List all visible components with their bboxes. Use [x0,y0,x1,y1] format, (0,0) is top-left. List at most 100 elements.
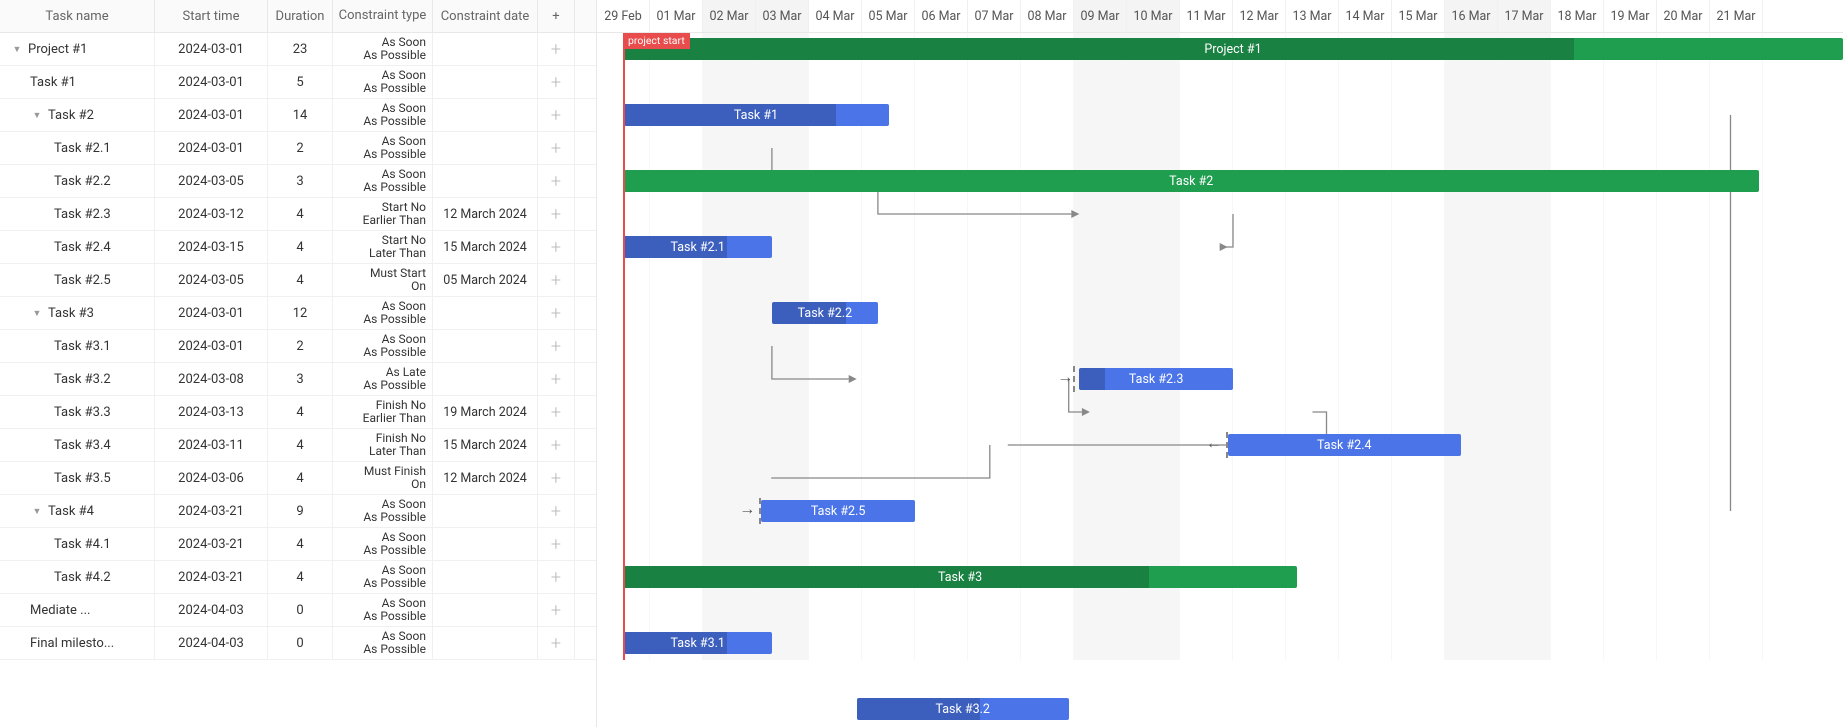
add-task-icon[interactable]: + [538,561,575,593]
add-task-icon[interactable]: + [538,528,575,560]
col-header-duration[interactable]: Duration [268,0,333,32]
expand-icon[interactable]: ▼ [30,506,44,517]
cell-start[interactable]: 2024-03-08 [155,363,268,395]
gantt-task-bar[interactable]: Task #3.1 [624,632,772,654]
cell-task-name[interactable]: Final milesto... [0,627,155,659]
cell-start[interactable]: 2024-03-15 [155,231,268,263]
gantt-task-bar[interactable]: Task #1 [624,104,889,126]
cell-constraint-type[interactable]: Must StartOn [333,264,433,296]
table-row[interactable]: Task #2.52024-03-054Must StartOn05 March… [0,264,596,297]
cell-start[interactable]: 2024-04-03 [155,627,268,659]
cell-constraint-type[interactable]: As SoonAs Possible [333,594,433,626]
timeline-row[interactable]: Task #3.2 [597,693,1843,726]
cell-duration[interactable]: 14 [268,99,333,131]
table-row[interactable]: Task #3.22024-03-083As LateAs Possible + [0,363,596,396]
timeline-row[interactable]: Task #2.4← [597,429,1843,462]
table-row[interactable]: Task #3.32024-03-134Finish NoEarlier Tha… [0,396,596,429]
cell-duration[interactable]: 12 [268,297,333,329]
cell-task-name[interactable]: Task #3.1 [0,330,155,362]
cell-start[interactable]: 2024-03-01 [155,99,268,131]
add-task-icon[interactable]: + [538,627,575,659]
cell-task-name[interactable]: Task #1 [0,66,155,98]
cell-constraint-date[interactable]: 15 March 2024 [433,231,538,263]
col-header-constraint-type[interactable]: Constraint type [333,0,433,32]
cell-constraint-date[interactable] [433,528,538,560]
cell-task-name[interactable]: Task #3.2 [0,363,155,395]
cell-task-name[interactable]: Task #2.2 [0,165,155,197]
cell-start[interactable]: 2024-03-01 [155,297,268,329]
add-task-icon[interactable]: + [538,363,575,395]
cell-constraint-date[interactable]: 19 March 2024 [433,396,538,428]
add-task-icon[interactable]: + [538,132,575,164]
cell-constraint-type[interactable]: As LateAs Possible [333,363,433,395]
cell-task-name[interactable]: Task #4.2 [0,561,155,593]
cell-constraint-date[interactable]: 05 March 2024 [433,264,538,296]
cell-duration[interactable]: 2 [268,132,333,164]
expand-icon[interactable]: ▼ [30,308,44,319]
timeline-row[interactable]: Task #1 [597,99,1843,132]
cell-start[interactable]: 2024-03-01 [155,66,268,98]
cell-constraint-type[interactable]: Finish NoEarlier Than [333,396,433,428]
cell-task-name[interactable]: Task #2.1 [0,132,155,164]
add-task-icon[interactable]: + [538,231,575,263]
cell-task-name[interactable]: Task #3.4 [0,429,155,461]
col-header-name[interactable]: Task name [0,0,155,32]
add-task-icon[interactable]: + [538,495,575,527]
cell-duration[interactable]: 4 [268,429,333,461]
timeline-row[interactable]: Task #2.3→ [597,363,1843,396]
cell-start[interactable]: 2024-03-21 [155,561,268,593]
expand-icon[interactable]: ▼ [10,44,24,55]
cell-constraint-date[interactable] [433,66,538,98]
cell-task-name[interactable]: Task #3.5 [0,462,155,494]
cell-task-name[interactable]: Task #2.3 [0,198,155,230]
add-task-icon[interactable]: + [538,99,575,131]
timeline-row[interactable]: Task #2.1 [597,231,1843,264]
cell-constraint-type[interactable]: As SoonAs Possible [333,495,433,527]
table-row[interactable]: ▼Task #32024-03-0112As SoonAs Possible+ [0,297,596,330]
expand-icon[interactable]: ▼ [30,110,44,121]
add-task-icon[interactable]: + [538,165,575,197]
add-task-icon[interactable]: + [538,198,575,230]
cell-constraint-type[interactable]: As SoonAs Possible [333,528,433,560]
timeline-row[interactable]: Task #2.5→ [597,495,1843,528]
cell-task-name[interactable]: Task #4.1 [0,528,155,560]
cell-duration[interactable]: 5 [268,66,333,98]
cell-start[interactable]: 2024-03-11 [155,429,268,461]
cell-constraint-type[interactable]: Must FinishOn [333,462,433,494]
col-header-start[interactable]: Start time [155,0,268,32]
gantt-task-bar[interactable]: Task #2.1 [624,236,772,258]
add-task-icon[interactable]: + [538,330,575,362]
cell-duration[interactable]: 0 [268,627,333,659]
gantt-task-bar[interactable]: Task #2.3 [1079,368,1233,390]
cell-duration[interactable]: 4 [268,396,333,428]
cell-constraint-type[interactable]: As SoonAs Possible [333,33,433,65]
cell-constraint-date[interactable] [433,330,538,362]
table-row[interactable]: ▼Task #22024-03-0114As SoonAs Possible+ [0,99,596,132]
cell-task-name[interactable]: Task #2.4 [0,231,155,263]
add-task-icon[interactable]: + [538,66,575,98]
cell-task-name[interactable]: Mediate ... [0,594,155,626]
cell-start[interactable]: 2024-03-12 [155,198,268,230]
gantt-task-bar[interactable]: Task #3.2 [857,698,1069,720]
table-row[interactable]: Task #12024-03-015As SoonAs Possible+ [0,66,596,99]
cell-start[interactable]: 2024-03-06 [155,462,268,494]
cell-duration[interactable]: 3 [268,363,333,395]
cell-constraint-date[interactable] [433,363,538,395]
timeline-body[interactable]: project start Project #1Task #1Task #2Ta… [597,33,1843,660]
cell-task-name[interactable]: Task #3.3 [0,396,155,428]
cell-duration[interactable]: 4 [268,561,333,593]
cell-task-name[interactable]: ▼Project #1 [0,33,155,65]
cell-start[interactable]: 2024-03-01 [155,132,268,164]
cell-constraint-date[interactable] [433,33,538,65]
table-row[interactable]: Task #3.12024-03-012As SoonAs Possible+ [0,330,596,363]
cell-constraint-date[interactable]: 15 March 2024 [433,429,538,461]
gantt-summary-bar[interactable]: Project #1 [624,38,1843,60]
cell-constraint-date[interactable] [433,132,538,164]
add-task-icon[interactable]: + [538,33,575,65]
timeline-row[interactable]: Task #3.1 [597,627,1843,660]
timeline-row[interactable]: Project #1 [597,33,1843,66]
add-column-icon[interactable]: + [538,0,575,32]
timeline-row[interactable]: Task #2.2 [597,297,1843,330]
cell-constraint-type[interactable]: As SoonAs Possible [333,99,433,131]
table-row[interactable]: Task #4.12024-03-214As SoonAs Possible+ [0,528,596,561]
